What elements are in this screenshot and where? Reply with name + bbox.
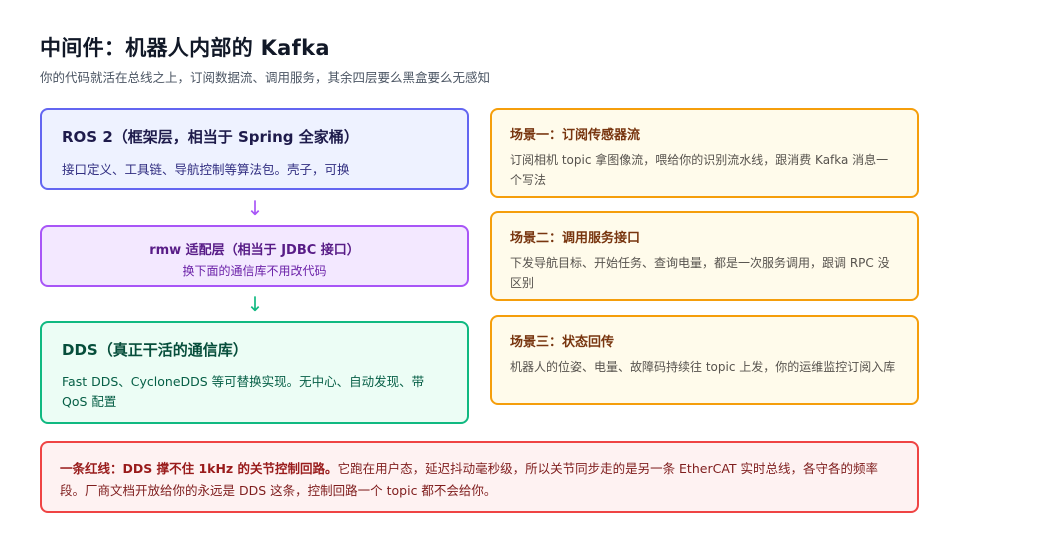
scene-card-title: 场景三：状态回传 xyxy=(510,335,615,350)
layer-dds-title: DDS（真正干活的通信库） xyxy=(62,341,248,359)
scene-card-desc: 机器人的位姿、电量、故障码持续往 topic 上发，你的运维监控订阅入库 xyxy=(510,360,896,374)
scene-card-desc: 订阅相机 topic 拿图像流，喂给你的识别流水线，跟消费 Kafka 消息一个… xyxy=(510,153,889,187)
layer-ros2: ROS 2（框架层，相当于 Spring 全家桶） 接口定义、工具链、导航控制等… xyxy=(40,108,469,190)
scene-card-title: 场景一：订阅传感器流 xyxy=(510,128,641,143)
layer-rmw-desc: 换下面的通信库不用改代码 xyxy=(182,264,327,278)
scene-card-1: 场景一：订阅传感器流 订阅相机 topic 拿图像流，喂给你的识别流水线，跟消费… xyxy=(490,108,919,198)
layer-dds: DDS（真正干活的通信库） Fast DDS、CycloneDDS 等可替换实现… xyxy=(40,321,469,424)
scene-card-3: 场景三：状态回传 机器人的位姿、电量、故障码持续往 topic 上发，你的运维监… xyxy=(490,315,919,405)
scene-card-title: 场景二：调用服务接口 xyxy=(510,231,641,246)
layer-dds-desc: Fast DDS、CycloneDDS 等可替换实现。无中心、自动发现、带 Qo… xyxy=(62,374,425,409)
down-arrow-icon: ↓ xyxy=(246,196,264,220)
red-line-warning: 一条红线：DDS 撑不住 1kHz 的关节控制回路。它跑在用户态，延迟抖动毫秒级… xyxy=(40,441,919,513)
layer-ros2-desc: 接口定义、工具链、导航控制等算法包。壳子，可换 xyxy=(62,162,350,177)
page-title: 中间件：机器人内部的 Kafka xyxy=(40,36,330,60)
scene-card-desc: 下发导航目标、开始任务、查询电量，都是一次服务调用，跟调 RPC 没区别 xyxy=(510,256,890,290)
layer-rmw-title: rmw 适配层（相当于 JDBC 接口） xyxy=(149,243,360,258)
layer-rmw: rmw 适配层（相当于 JDBC 接口） 换下面的通信库不用改代码 xyxy=(40,225,469,287)
layer-ros2-title: ROS 2（框架层，相当于 Spring 全家桶） xyxy=(62,128,359,146)
page: 中间件：机器人内部的 Kafka 你的代码就活在总线之上，订阅数据流、调用服务，… xyxy=(0,0,1040,544)
page-subtitle: 你的代码就活在总线之上，订阅数据流、调用服务，其余四层要么黑盒要么无感知 xyxy=(40,70,491,85)
warning-emphasis: 一条红线：DDS 撑不住 1kHz 的关节控制回路。 xyxy=(60,461,338,476)
scene-card-2: 场景二：调用服务接口 下发导航目标、开始任务、查询电量，都是一次服务调用，跟调 … xyxy=(490,211,919,301)
down-arrow-icon: ↓ xyxy=(246,292,264,316)
